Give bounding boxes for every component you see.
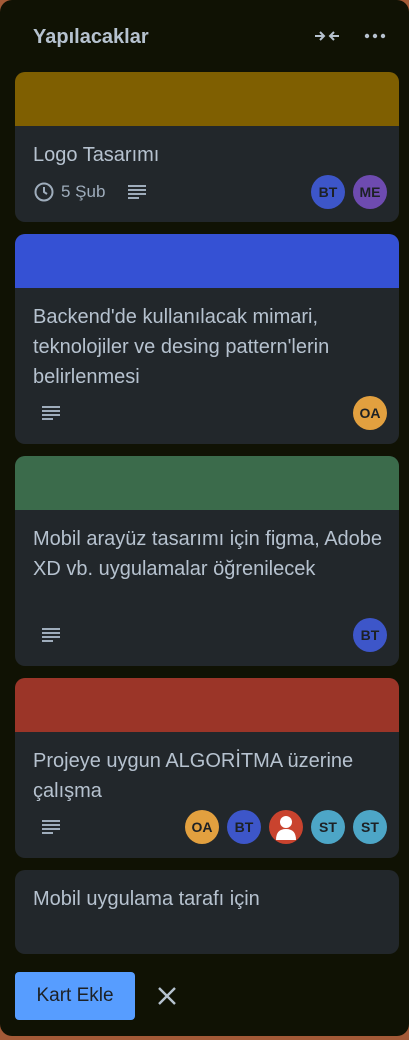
due-date-text: 5 Şub <box>61 182 106 201</box>
member-avatar[interactable] <box>269 810 303 844</box>
member-avatar[interactable]: BT <box>353 618 387 652</box>
member-initials: ST <box>361 819 379 835</box>
member-avatar[interactable]: OA <box>353 396 387 430</box>
card-members: OA <box>353 396 387 430</box>
card-badges: 5 Şub <box>33 175 147 209</box>
member-initials: BT <box>234 819 254 835</box>
new-card-composer[interactable]: Mobil uygulama tarafı için <box>15 870 399 954</box>
list-column: Yapılacaklar Logo Tasarımı 5 Şub BT ME B… <box>0 0 409 1036</box>
member-avatar[interactable]: OA <box>185 810 219 844</box>
card-logo-tasarimi[interactable]: Logo Tasarımı 5 Şub BT ME <box>15 72 399 222</box>
member-avatar[interactable]: BT <box>227 810 261 844</box>
member-avatar[interactable]: BT <box>311 175 345 209</box>
card-members: BT ME <box>311 175 387 209</box>
card-badges <box>33 396 61 430</box>
card-title: Logo Tasarımı <box>33 144 160 166</box>
card-members: OA BT ST ST <box>185 810 387 844</box>
card-badges <box>33 810 61 844</box>
list-title[interactable]: Yapılacaklar <box>33 26 149 49</box>
card-backend-mimari[interactable]: Backend'de kullanılacak mimari, teknoloj… <box>15 234 399 444</box>
card-cover <box>15 72 399 126</box>
member-initials: OA <box>191 819 213 835</box>
member-initials: OA <box>359 405 381 421</box>
member-avatar[interactable]: ST <box>311 810 345 844</box>
description-icon <box>41 819 61 835</box>
card-title: Projeye uygun ALGORİTMA üzerine çalışma <box>33 750 354 802</box>
person-icon <box>276 816 296 840</box>
new-card-input[interactable]: Mobil uygulama tarafı için <box>33 884 383 914</box>
more-icon[interactable] <box>360 24 390 48</box>
member-initials: ME <box>359 184 381 200</box>
card-badges <box>33 618 61 652</box>
description-icon <box>41 405 61 421</box>
collapse-icon[interactable] <box>312 24 342 48</box>
card-projeye-uygun-algoritma[interactable]: Projeye uygun ALGORİTMA üzerine çalışma … <box>15 678 399 858</box>
member-avatar[interactable]: ME <box>353 175 387 209</box>
add-card-button[interactable]: Kart Ekle <box>15 972 135 1020</box>
member-initials: BT <box>318 184 338 200</box>
card-members: BT <box>353 618 387 652</box>
close-icon[interactable] <box>149 978 185 1014</box>
card-cover <box>15 456 399 510</box>
composer-footer: Kart Ekle <box>15 972 399 1020</box>
due-date-badge: 5 Şub <box>33 181 105 203</box>
member-initials: BT <box>360 627 380 643</box>
list-header: Yapılacaklar <box>0 0 409 72</box>
member-initials: ST <box>319 819 337 835</box>
description-icon <box>127 184 147 200</box>
description-icon <box>41 627 61 643</box>
card-cover <box>15 678 399 732</box>
card-title: Mobil arayüz tasarımı için figma, Adobe … <box>33 528 383 580</box>
clock-icon <box>34 182 54 202</box>
card-title: Backend'de kullanılacak mimari, teknoloj… <box>33 306 330 388</box>
card-mobil-arayuz[interactable]: Mobil arayüz tasarımı için figma, Adobe … <box>15 456 399 666</box>
member-avatar[interactable]: ST <box>353 810 387 844</box>
card-cover <box>15 234 399 288</box>
